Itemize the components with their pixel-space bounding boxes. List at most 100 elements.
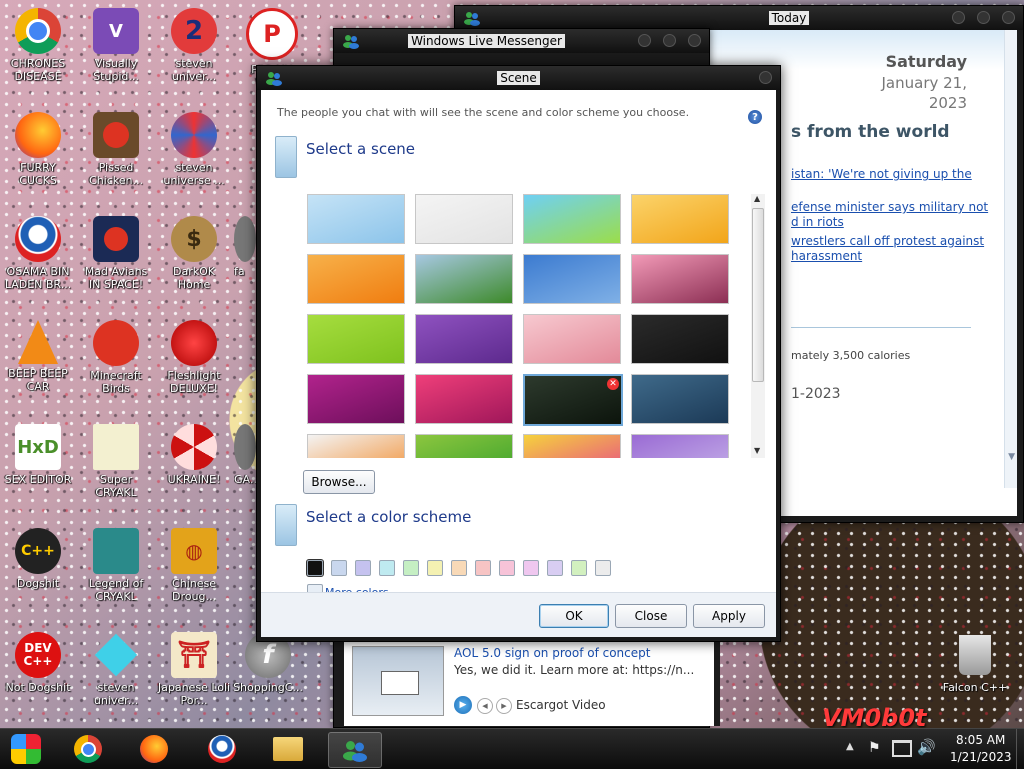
desktop-icon-angry-birds-space[interactable]: Mad Avians IN SPACE! — [78, 216, 154, 291]
color-swatch[interactable] — [595, 560, 611, 576]
play-button[interactable]: ▶ — [454, 696, 472, 714]
color-swatch[interactable] — [355, 560, 371, 576]
desktop-icon-fleshlight[interactable]: Fleshlight DELUXE! — [156, 320, 232, 395]
desktop-icon-dev-cpp[interactable]: DEV C++ Not Dogshit — [0, 632, 76, 694]
scene-thumbnail[interactable] — [307, 194, 405, 244]
maximize-button[interactable] — [977, 11, 990, 24]
news-link[interactable]: istan: 'We're not giving up the — [791, 167, 972, 181]
taskbar-obama[interactable] — [196, 732, 248, 766]
scene-thumbnail[interactable] — [307, 374, 405, 424]
taskbar-chrome[interactable] — [62, 732, 114, 766]
network-icon[interactable] — [892, 740, 912, 757]
taskbar-file-explorer[interactable] — [262, 732, 314, 766]
scene-thumbnail[interactable] — [523, 434, 621, 458]
scene-thumbnail[interactable] — [631, 254, 729, 304]
messenger-titlebar[interactable]: Windows Live Messenger — [334, 29, 709, 53]
color-swatch[interactable] — [571, 560, 587, 576]
maximize-button[interactable] — [663, 34, 676, 47]
next-icon[interactable]: ▶ — [496, 698, 512, 714]
scene-thumbnail[interactable] — [523, 194, 621, 244]
remove-scene-icon[interactable]: ✕ — [607, 378, 619, 390]
clock-date[interactable]: 1/21/2023 — [950, 750, 1012, 764]
previous-icon[interactable]: ◀ — [477, 698, 493, 714]
color-swatch[interactable] — [451, 560, 467, 576]
desktop-icon-darkok[interactable]: $ DarkOK Home — [156, 216, 232, 291]
scroll-thumb[interactable] — [752, 208, 764, 382]
scene-dialog[interactable]: Scene The people you chat with will see … — [256, 65, 781, 642]
scene-thumbnail[interactable] — [415, 314, 513, 364]
scene-thumbnail[interactable]: ✕ — [523, 374, 623, 426]
color-swatch[interactable] — [403, 560, 419, 576]
color-swatch[interactable] — [331, 560, 347, 576]
color-swatch[interactable] — [379, 560, 395, 576]
close-button[interactable] — [759, 71, 772, 84]
ok-button[interactable]: OK — [539, 604, 609, 628]
flag-icon[interactable]: ⚑ — [868, 740, 881, 756]
scene-titlebar[interactable]: Scene — [257, 66, 780, 90]
close-button[interactable]: Close — [615, 604, 687, 628]
desktop-icon-chrome[interactable]: CHRONES DISEASE — [0, 8, 76, 83]
minimize-button[interactable] — [638, 34, 651, 47]
news-link[interactable]: harassment — [791, 249, 862, 263]
desktop-icon-vlc[interactable]: BEEP BEEP CAR — [0, 320, 76, 393]
start-button[interactable] — [0, 732, 52, 766]
desktop-icon-minecraft-birds[interactable]: Minecraft Birds — [78, 320, 154, 395]
scene-thumbnail[interactable] — [307, 254, 405, 304]
aol-headline[interactable]: AOL 5.0 sign on proof of concept — [454, 646, 650, 660]
color-swatch[interactable] — [499, 560, 515, 576]
desktop-icon-angry-birds-seasons[interactable]: Pissed Chicken... — [78, 112, 154, 187]
clock-time[interactable]: 8:05 AM — [956, 733, 1005, 747]
desktop-icon-ukraine[interactable]: UKRAINE! — [156, 424, 232, 486]
close-button[interactable] — [688, 34, 701, 47]
aol-video-thumbnail[interactable] — [352, 646, 444, 716]
desktop-icon-steven-universe-2[interactable]: 2 steven univer... — [156, 8, 232, 83]
desktop-icon-dogshit[interactable]: C++ Dogshit — [0, 528, 76, 590]
desktop-icon-hxd[interactable]: HxD SEX EDITOR — [0, 424, 76, 486]
desktop-icon-super-cryakl[interactable]: Super CRYAKL — [78, 424, 154, 499]
color-swatch[interactable] — [547, 560, 563, 576]
desktop-icon-falcon-cpp[interactable]: Falcon C++ — [937, 632, 1013, 694]
desktop-icon-legend-of-cryakl[interactable]: Legend of CRYAKL — [78, 528, 154, 603]
scene-thumbnail[interactable] — [631, 314, 729, 364]
scene-thumbnail[interactable] — [415, 194, 513, 244]
browse-button[interactable]: Browse... — [303, 470, 375, 494]
news-link[interactable]: wrestlers call off protest against — [791, 234, 984, 248]
scroll-down-arrow[interactable]: ▼ — [1008, 452, 1015, 462]
scene-thumbnail[interactable] — [307, 314, 405, 364]
news-link[interactable]: efense minister says military not — [791, 200, 988, 214]
scroll-up-arrow[interactable]: ▲ — [754, 194, 760, 203]
color-swatch[interactable] — [523, 560, 539, 576]
desktop-icon-obama[interactable]: OSAMA BIN LADEN BR... — [0, 216, 76, 291]
scene-thumbnail[interactable] — [307, 434, 405, 458]
color-swatch[interactable] — [475, 560, 491, 576]
scene-thumbnail[interactable] — [523, 254, 621, 304]
scene-thumbnail[interactable] — [631, 194, 729, 244]
desktop-icon-visual-studio[interactable]: V Visually Stupid... — [78, 8, 154, 83]
scrollbar[interactable] — [1004, 30, 1017, 488]
scene-thumbnail[interactable] — [631, 434, 729, 458]
show-desktop-button[interactable] — [1016, 729, 1024, 769]
help-icon[interactable]: ? — [748, 110, 762, 124]
desktop-icon-partial-ga[interactable]: GA... — [234, 424, 256, 486]
close-button[interactable] — [1002, 11, 1015, 24]
scene-thumbnail[interactable] — [631, 374, 729, 424]
show-hidden-icons[interactable]: ▲ — [846, 741, 854, 752]
desktop-icon-torii[interactable]: ⛩ Japanese Loli Por... — [156, 632, 232, 707]
minimize-button[interactable] — [952, 11, 965, 24]
scene-thumbnail[interactable] — [415, 254, 513, 304]
taskbar-messenger[interactable] — [328, 732, 382, 768]
scene-thumbnail[interactable] — [523, 314, 621, 364]
scene-scrollbar[interactable]: ▲ ▼ — [751, 194, 765, 458]
desktop-icon-mahjong[interactable]: ◍ Chinese Droug... — [156, 528, 232, 603]
scroll-down-arrow[interactable]: ▼ — [754, 446, 760, 455]
desktop-icon-partial-fa[interactable]: fa — [234, 216, 256, 278]
news-link[interactable]: d in riots — [791, 215, 844, 229]
desktop-icon-firefox[interactable]: FURRY CUCKS — [0, 112, 76, 187]
apply-button[interactable]: Apply — [693, 604, 765, 628]
today-titlebar[interactable]: Today — [455, 6, 1023, 30]
scene-thumbnail[interactable] — [415, 434, 513, 458]
volume-icon[interactable]: 🔊 — [917, 738, 936, 756]
color-swatch[interactable] — [427, 560, 443, 576]
desktop-icon-steven-universe-gem[interactable]: steven universe ... — [156, 112, 232, 187]
scene-thumbnail[interactable] — [415, 374, 513, 424]
